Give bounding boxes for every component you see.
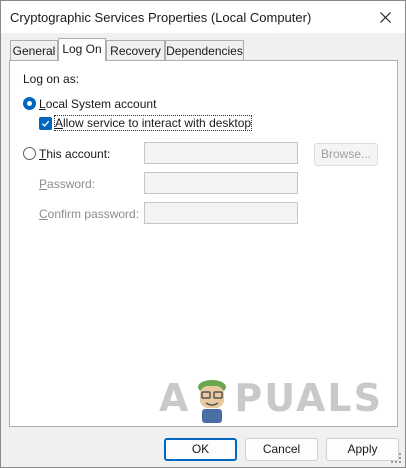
title-bar: Cryptographic Services Properties (Local… (1, 1, 405, 33)
browse-button[interactable]: Browse... (314, 143, 378, 166)
tab-general[interactable]: General (10, 40, 58, 60)
ok-button[interactable]: OK (164, 438, 237, 461)
password-label: Password: (39, 177, 96, 191)
appuals-watermark: A PUALS (159, 373, 383, 423)
watermark-letter-a: A (159, 376, 191, 420)
interact-desktop-label[interactable]: Allow service to interact with desktop (53, 115, 253, 131)
confirm-password-input[interactable] (144, 202, 298, 224)
apply-button[interactable]: Apply (326, 438, 399, 461)
mascot-icon (198, 380, 227, 423)
tab-dependencies[interactable]: Dependencies (165, 40, 244, 60)
close-button[interactable] (365, 1, 405, 33)
close-icon (379, 11, 391, 23)
password-input[interactable] (144, 172, 298, 194)
interact-desktop-checkbox[interactable] (39, 117, 52, 130)
checkmark-icon (41, 120, 50, 127)
local-system-label[interactable]: Local System account (39, 97, 156, 111)
watermark-letters-puals: PUALS (234, 376, 383, 420)
confirm-password-label: Confirm password: (39, 207, 140, 221)
this-account-label[interactable]: This account: (39, 147, 110, 161)
window-title: Cryptographic Services Properties (Local… (10, 10, 312, 25)
properties-dialog: Cryptographic Services Properties (Local… (0, 0, 406, 468)
tab-recovery[interactable]: Recovery (106, 40, 165, 60)
tab-log-on[interactable]: Log On (58, 38, 106, 61)
local-system-radio[interactable] (23, 97, 36, 110)
this-account-radio[interactable] (23, 147, 36, 160)
this-account-input[interactable] (144, 142, 298, 164)
log-on-as-label: Log on as: (23, 72, 80, 86)
cancel-button[interactable]: Cancel (245, 438, 318, 461)
